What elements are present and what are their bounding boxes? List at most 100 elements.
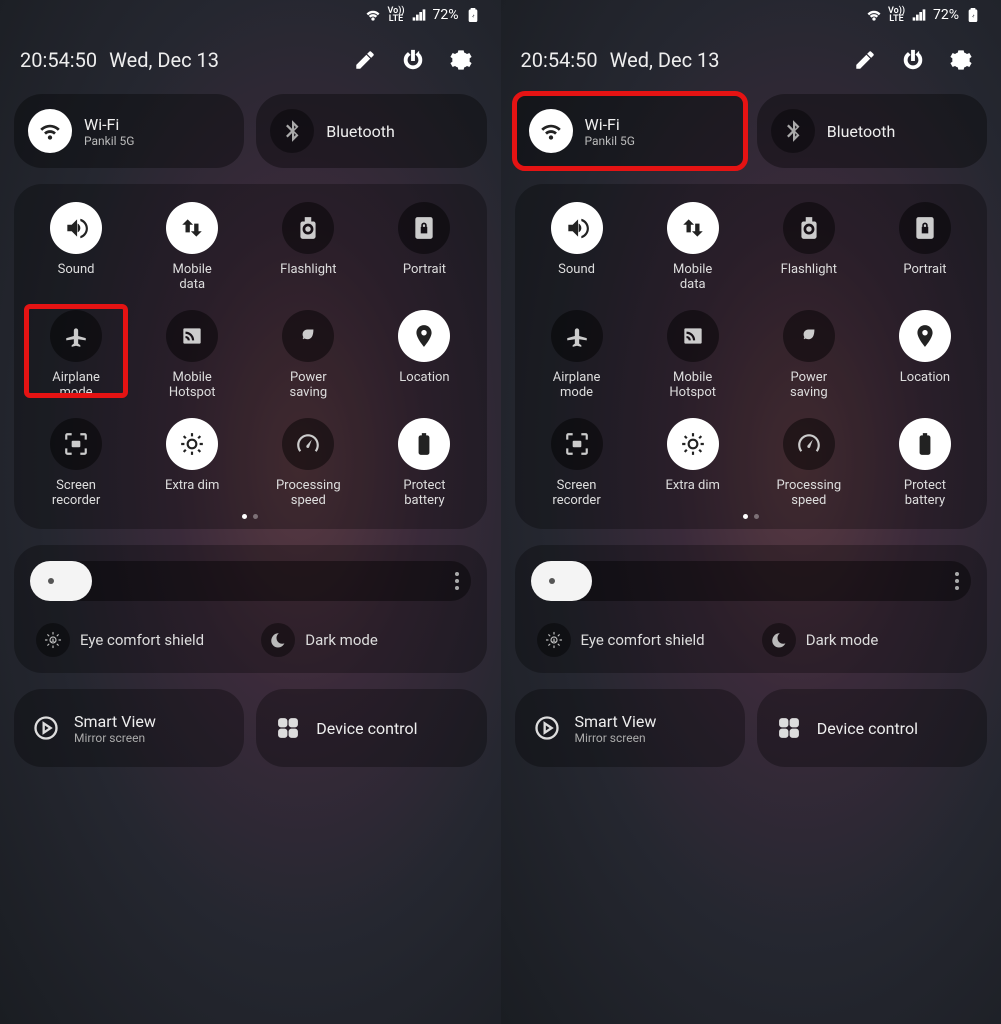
eye-comfort-icon: [44, 631, 62, 649]
tile-mobile-data[interactable]: Mobile data: [134, 202, 250, 292]
wifi-toggle[interactable]: Wi-Fi Pankil 5G: [515, 94, 745, 168]
tile-power-saving[interactable]: Power saving: [250, 310, 366, 400]
brightness-more[interactable]: [955, 572, 959, 590]
brightness-slider[interactable]: [531, 561, 972, 601]
battery-icon: [411, 431, 437, 457]
clock-time[interactable]: 20:54:50: [20, 48, 97, 72]
brightness-more[interactable]: [455, 572, 459, 590]
tiles-panel: Sound Mobile data Flashlight Portrait Ai…: [14, 184, 487, 529]
volte-indicator: Vo))LTE: [888, 7, 905, 23]
signal-icon: [911, 7, 927, 23]
grid-icon: [775, 714, 803, 742]
leaf-icon: [295, 323, 321, 349]
edit-button[interactable]: [345, 40, 385, 80]
tile-sound[interactable]: Sound: [18, 202, 134, 292]
battery-status-icon: [965, 7, 981, 23]
clock-date[interactable]: Wed, Dec 13: [610, 48, 837, 72]
wifi-icon: [538, 118, 564, 144]
bluetooth-title: Bluetooth: [827, 122, 896, 141]
power-button[interactable]: [393, 40, 433, 80]
wifi-toggle[interactable]: Wi-Fi Pankil 5G: [14, 94, 244, 168]
battery-percent: 72%: [433, 7, 459, 23]
tile-mobile-data[interactable]: Mobile data: [635, 202, 751, 292]
volte-indicator: Vo))LTE: [387, 7, 404, 23]
phone-right: Vo))LTE 72% 20:54:50 Wed, Dec 13 Wi-Fi P…: [501, 0, 1001, 1024]
wifi-title: Wi-Fi: [84, 115, 134, 134]
clock-time[interactable]: 20:54:50: [521, 48, 598, 72]
bluetooth-toggle[interactable]: Bluetooth: [256, 94, 486, 168]
tile-airplane-mode[interactable]: Airplane mode: [18, 310, 134, 400]
bluetooth-toggle[interactable]: Bluetooth: [757, 94, 987, 168]
pencil-icon: [854, 49, 876, 71]
dark-mode-toggle[interactable]: Dark mode: [756, 619, 971, 661]
flashlight-icon: [796, 215, 822, 241]
gauge-icon: [796, 431, 822, 457]
smart-view-button[interactable]: Smart View Mirror screen: [515, 689, 745, 767]
tile-airplane-mode[interactable]: Airplane mode: [519, 310, 635, 400]
recorder-icon: [63, 431, 89, 457]
tile-protect-battery[interactable]: Protect battery: [867, 418, 983, 508]
tile-flashlight[interactable]: Flashlight: [250, 202, 366, 292]
dark-mode-toggle[interactable]: Dark mode: [255, 619, 470, 661]
grid-icon: [274, 714, 302, 742]
tile-processing-speed[interactable]: Processing speed: [751, 418, 867, 508]
airplane-icon: [63, 323, 89, 349]
recorder-icon: [564, 431, 590, 457]
tile-flashlight[interactable]: Flashlight: [751, 202, 867, 292]
gear-icon: [450, 49, 472, 71]
battery-percent: 72%: [933, 7, 959, 23]
eye-comfort-toggle[interactable]: Eye comfort shield: [531, 619, 746, 661]
status-bar: Vo))LTE 72%: [515, 0, 988, 30]
lock-icon: [912, 215, 938, 241]
tile-location[interactable]: Location: [867, 310, 983, 400]
battery-icon: [912, 431, 938, 457]
page-indicator[interactable]: [519, 508, 984, 519]
pin-icon: [411, 323, 437, 349]
bluetooth-title: Bluetooth: [326, 122, 395, 141]
wifi-icon-circle: [28, 109, 72, 153]
data-icon: [680, 215, 706, 241]
tile-extra-dim[interactable]: Extra dim: [134, 418, 250, 508]
tile-portrait[interactable]: Portrait: [867, 202, 983, 292]
airplane-icon: [564, 323, 590, 349]
smart-view-button[interactable]: Smart View Mirror screen: [14, 689, 244, 767]
tile-extra-dim[interactable]: Extra dim: [635, 418, 751, 508]
power-button[interactable]: [893, 40, 933, 80]
tile-mobile-hotspot[interactable]: Mobile Hotspot: [134, 310, 250, 400]
tile-power-saving[interactable]: Power saving: [751, 310, 867, 400]
edit-button[interactable]: [845, 40, 885, 80]
wifi-icon: [37, 118, 63, 144]
tile-mobile-hotspot[interactable]: Mobile Hotspot: [635, 310, 751, 400]
lock-icon: [411, 215, 437, 241]
tile-sound[interactable]: Sound: [519, 202, 635, 292]
signal-icon: [411, 7, 427, 23]
moon-icon: [770, 631, 788, 649]
qs-header: 20:54:50 Wed, Dec 13: [515, 30, 988, 90]
brightness-slider[interactable]: [30, 561, 471, 601]
tile-processing-speed[interactable]: Processing speed: [250, 418, 366, 508]
device-control-button[interactable]: Device control: [757, 689, 987, 767]
wifi-icon-circle: [529, 109, 573, 153]
cast-icon: [32, 714, 60, 742]
hotspot-icon: [680, 323, 706, 349]
tile-protect-battery[interactable]: Protect battery: [366, 418, 482, 508]
clock-date[interactable]: Wed, Dec 13: [109, 48, 336, 72]
page-indicator[interactable]: [18, 508, 483, 519]
sun-icon: [42, 572, 60, 590]
eye-comfort-toggle[interactable]: Eye comfort shield: [30, 619, 245, 661]
device-control-button[interactable]: Device control: [256, 689, 486, 767]
tile-portrait[interactable]: Portrait: [366, 202, 482, 292]
wifi-network: Pankil 5G: [84, 134, 134, 148]
wifi-title: Wi-Fi: [585, 115, 635, 134]
tile-screen-recorder[interactable]: Screen recorder: [519, 418, 635, 508]
brightness-panel: Eye comfort shield Dark mode: [14, 545, 487, 673]
sun-icon: [543, 572, 561, 590]
tile-location[interactable]: Location: [366, 310, 482, 400]
bt-icon-circle: [270, 109, 314, 153]
wifi-network: Pankil 5G: [585, 134, 635, 148]
pencil-icon: [354, 49, 376, 71]
tile-screen-recorder[interactable]: Screen recorder: [18, 418, 134, 508]
settings-button[interactable]: [441, 40, 481, 80]
battery-status-icon: [465, 7, 481, 23]
settings-button[interactable]: [941, 40, 981, 80]
